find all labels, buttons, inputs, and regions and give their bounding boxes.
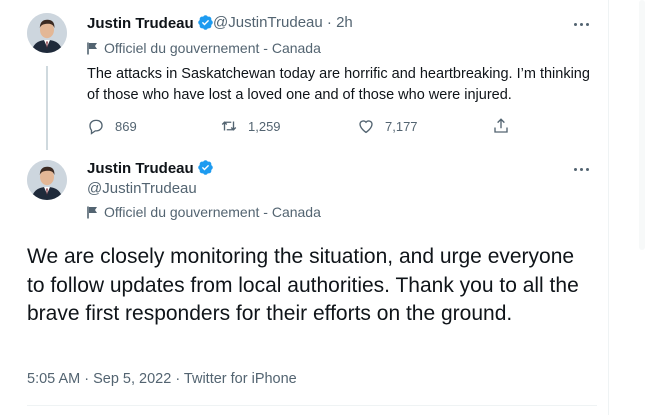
more-dots-icon [574,168,577,171]
retweet-icon [221,121,237,131]
divider [27,405,597,406]
avatar[interactable] [27,160,67,200]
scrollbar[interactable] [639,0,645,250]
government-label: Officiel du gouvernement - Canada [87,40,321,56]
thread-connector-line [46,66,48,150]
reply-icon [89,119,103,135]
more-options-button[interactable] [572,159,592,179]
government-label: Officiel du gouvernement - Canada [87,204,321,220]
share-icon [494,118,508,133]
tweet-timestamp[interactable]: 5:05 AM · Sep 5, 2022 · Twitter for iPho… [27,371,297,387]
author-handle[interactable]: @JustinTrudeau [87,180,197,197]
reply-button[interactable]: 869 [87,116,137,136]
share-button[interactable] [492,116,520,136]
verified-badge-icon [197,15,213,30]
avatar[interactable] [27,13,67,53]
retweet-count: 1,259 [248,118,281,134]
tweet-time[interactable]: 2h [336,14,353,31]
government-flag-icon [87,206,97,219]
tweet-thread: Justin Trudeau @JustinTrudeau · 2h Offic… [0,0,609,415]
tweet-actions: 869 1,259 7,177 [87,116,517,136]
author-handle: @JustinTrudeau [213,14,323,31]
author-handle-and-time[interactable]: @JustinTrudeau · 2h [213,14,353,31]
tweet-text: The attacks in Saskatchewan today are ho… [87,66,590,103]
separator-dot: · [326,14,332,31]
reply-count: 869 [115,118,137,134]
retweet-button[interactable]: 1,259 [220,116,281,136]
right-column [609,0,645,415]
author-name[interactable]: Justin Trudeau [87,159,214,177]
author-name[interactable]: Justin Trudeau [87,14,214,32]
like-button[interactable]: 7,177 [357,116,418,136]
like-count: 7,177 [385,118,418,134]
heart-icon [359,120,373,134]
more-dots-icon [574,23,577,26]
tweet-text-main: We are closely monitoring the situation,… [27,245,579,325]
government-flag-icon [87,42,97,55]
more-options-button[interactable] [572,14,592,34]
verified-badge-icon [197,160,213,175]
